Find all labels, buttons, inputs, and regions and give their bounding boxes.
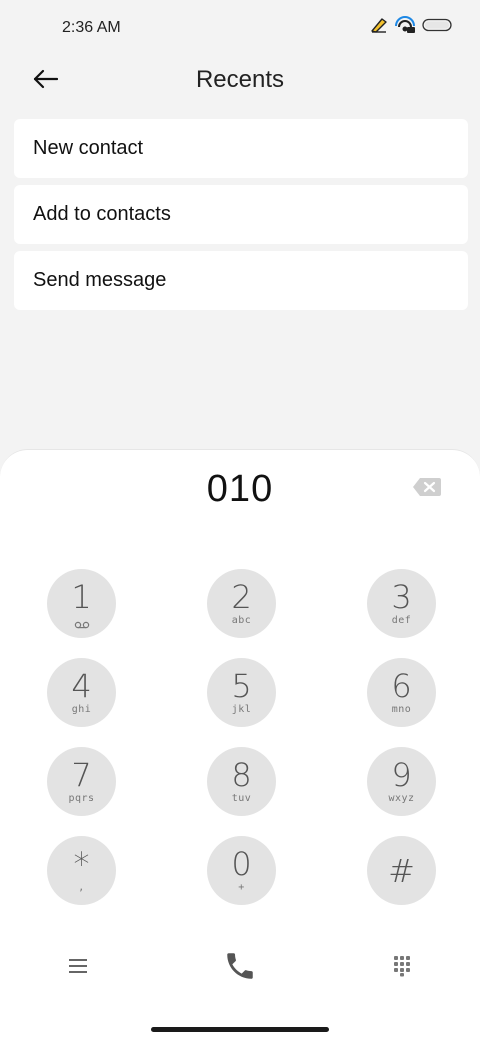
key-8[interactable]: 8 tuv (207, 747, 276, 816)
key-letters: def (391, 614, 412, 626)
key-digit: * (73, 844, 90, 883)
key-letters: tuv (231, 792, 252, 804)
key-digit: # (388, 851, 415, 890)
key-2[interactable]: 2 abc (207, 569, 276, 638)
key-digit: 5 (231, 666, 252, 705)
key-3[interactable]: 3 def (367, 569, 436, 638)
key-0[interactable]: 0 + (207, 836, 276, 905)
status-bar: 2:36 AM (0, 0, 480, 56)
key-digit: 8 (231, 755, 252, 794)
new-contact-item[interactable]: New contact (14, 119, 468, 178)
key-letters: abc (231, 614, 252, 626)
status-time: 2:36 AM (62, 19, 121, 36)
header: Recents (0, 56, 480, 108)
dialed-number: 010 (206, 468, 274, 510)
add-to-contacts-item[interactable]: Add to contacts (14, 185, 468, 244)
key-1[interactable]: 1 (47, 569, 116, 638)
menu-button[interactable] (56, 946, 100, 990)
phone-icon (223, 949, 257, 988)
key-digit: 4 (71, 666, 92, 705)
status-icons (370, 16, 452, 34)
key-digit: 6 (391, 666, 412, 705)
keypad-grid-icon (393, 955, 411, 982)
key-letters: , (78, 881, 85, 893)
key-digit: 0 (231, 844, 252, 883)
page-title: Recents (195, 66, 285, 93)
home-indicator[interactable] (151, 1027, 329, 1032)
key-9[interactable]: 9 wxyz (367, 747, 436, 816)
key-4[interactable]: 4 ghi (47, 658, 116, 727)
key-digit: 3 (391, 577, 412, 616)
menu-item-label: New contact (33, 137, 144, 159)
key-digit: 7 (71, 755, 92, 794)
hotspot-icon (394, 16, 416, 34)
battery-icon (422, 18, 452, 32)
key-hash[interactable]: # (367, 836, 436, 905)
key-letters: mno (391, 703, 412, 715)
voicemail-icon (74, 616, 90, 629)
menu-item-label: Send message (33, 269, 167, 291)
call-button[interactable] (218, 946, 262, 990)
key-letters: ghi (71, 703, 92, 715)
key-digit: 9 (391, 755, 412, 794)
keypad-toggle-button[interactable] (380, 946, 424, 990)
menu-item-label: Add to contacts (33, 203, 171, 225)
backspace-button[interactable] (412, 476, 442, 498)
dialer-panel: 010 1 2 abc 3 def 4 ghi 5 jkl 6 mno 7 pq… (0, 449, 480, 1040)
key-5[interactable]: 5 jkl (207, 658, 276, 727)
key-letters: jkl (231, 703, 252, 715)
key-letters: pqrs (68, 792, 95, 804)
key-digit: 2 (231, 577, 252, 616)
key-letters: + (238, 881, 245, 893)
backspace-icon (412, 478, 442, 502)
key-6[interactable]: 6 mno (367, 658, 436, 727)
key-7[interactable]: 7 pqrs (47, 747, 116, 816)
key-letters: wxyz (388, 792, 415, 804)
key-star[interactable]: * , (47, 836, 116, 905)
send-message-item[interactable]: Send message (14, 251, 468, 310)
key-digit: 1 (71, 578, 92, 616)
pen-notification-icon (370, 17, 388, 33)
hamburger-menu-icon (68, 958, 88, 979)
